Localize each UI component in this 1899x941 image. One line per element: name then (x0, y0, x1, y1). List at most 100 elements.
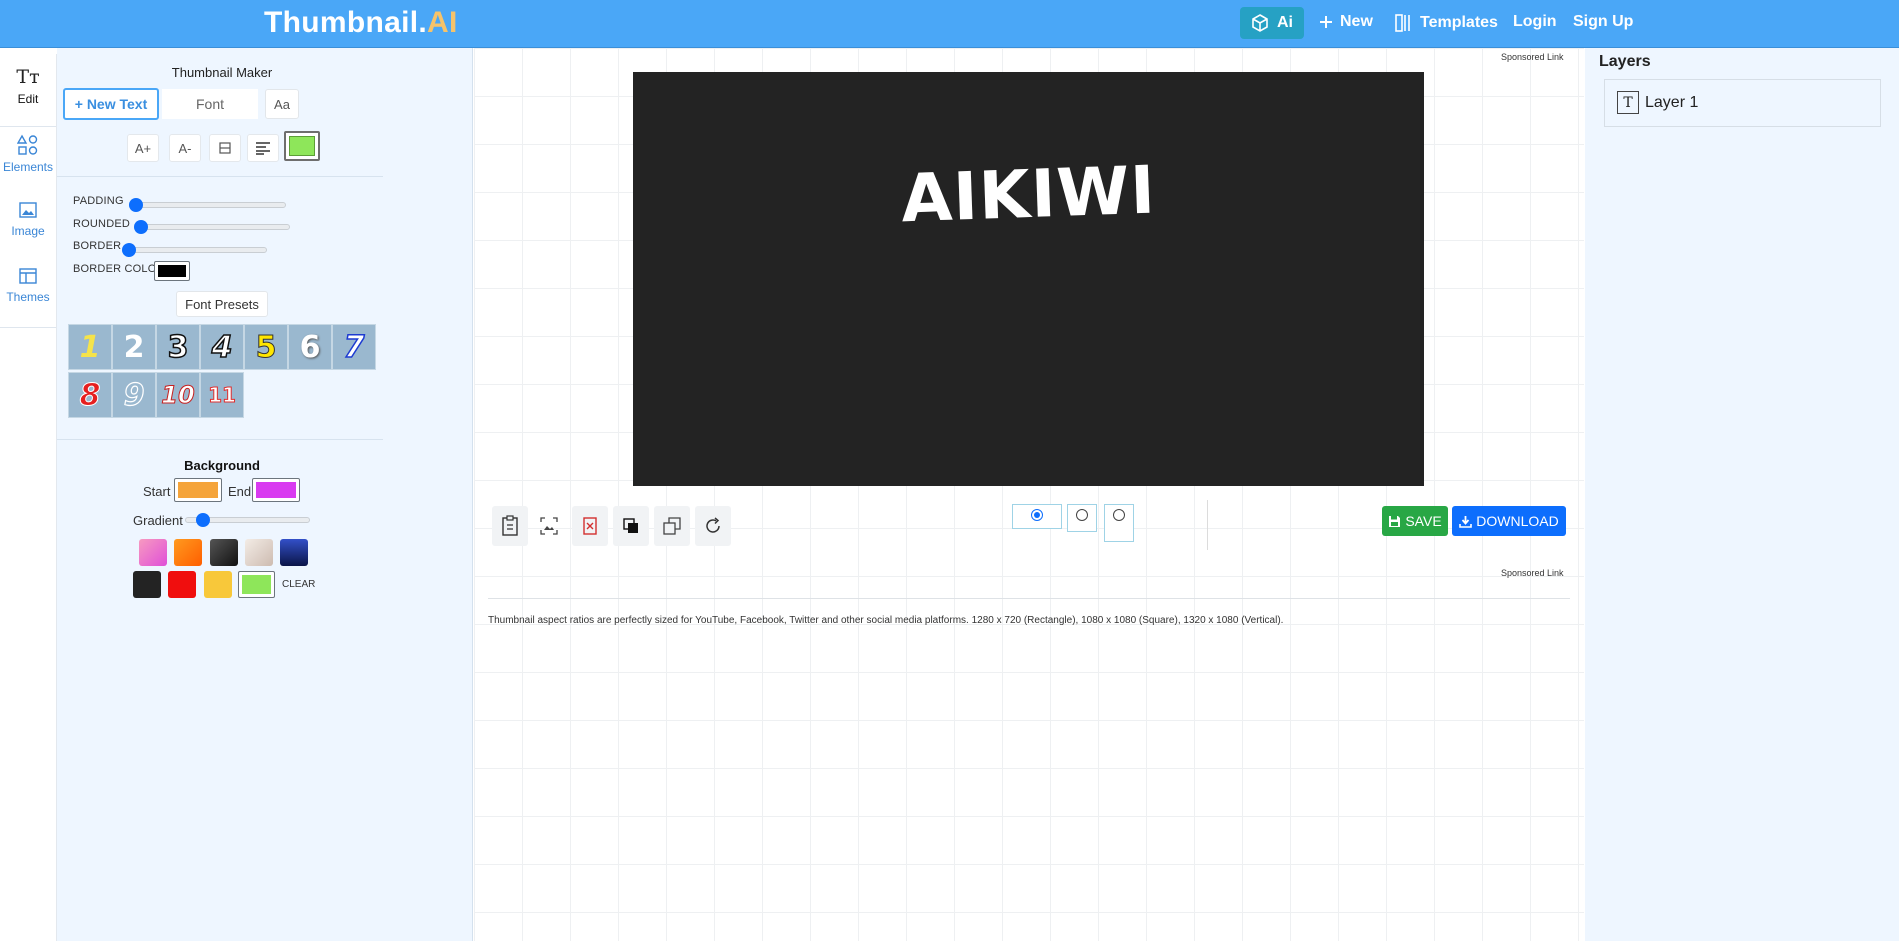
gradient-slider[interactable] (185, 513, 310, 527)
text-case-button[interactable]: Aa (265, 89, 299, 119)
templates-button[interactable]: Templates (1394, 13, 1498, 33)
templates-icon (1395, 14, 1410, 32)
download-icon (1459, 515, 1473, 528)
end-label: End (228, 484, 252, 499)
layer-name: Layer 1 (1645, 93, 1699, 111)
rounded-slider[interactable] (134, 220, 290, 234)
delete-icon (583, 517, 597, 535)
fit-image-button[interactable] (531, 506, 567, 546)
start-label: Start (143, 484, 171, 499)
ratio-vertical-option[interactable] (1104, 504, 1134, 542)
login-link[interactable]: Login (1513, 13, 1557, 31)
layers-list: T Layer 1 (1604, 79, 1881, 127)
text-box-button[interactable] (209, 134, 241, 162)
font-preset-4[interactable]: 4 (200, 324, 244, 370)
text-color-swatch (289, 136, 315, 156)
plus-icon (1320, 16, 1332, 28)
rail-elements[interactable]: Elements (0, 134, 56, 174)
border-slider-thumb[interactable] (122, 243, 136, 257)
save-button[interactable]: SAVE (1382, 506, 1448, 536)
ratio-square-option[interactable] (1067, 504, 1097, 532)
font-preset-8[interactable]: 8 (68, 372, 112, 418)
padding-slider-thumb[interactable] (129, 198, 143, 212)
divider (57, 439, 383, 440)
panel-title: Thumbnail Maker (171, 65, 273, 80)
font-preset-1[interactable]: 1 (68, 324, 112, 370)
refresh-icon (706, 517, 720, 533)
download-button[interactable]: DOWNLOAD (1452, 506, 1566, 536)
font-preset-2[interactable]: 2 (112, 324, 156, 370)
font-select[interactable]: Font (162, 89, 258, 119)
padding-slider[interactable] (129, 198, 286, 212)
tool-rail: Tт Edit Elements Image Themes (0, 54, 57, 941)
bg-swatch-dark[interactable] (210, 539, 238, 566)
font-preset-9[interactable]: 9 (112, 372, 156, 418)
brand-logo[interactable]: Thumbnail.AI (264, 6, 458, 40)
box-icon (219, 142, 231, 154)
rail-themes[interactable]: Themes (0, 266, 56, 328)
layers-panel: Layers T Layer 1 (1585, 48, 1899, 941)
layer-item[interactable]: T Layer 1 (1617, 91, 1698, 114)
top-navbar: Thumbnail.AI Ai New Templates Login Sign… (0, 0, 1899, 48)
rail-edit[interactable]: Tт Edit (0, 66, 56, 127)
ratio-rectangle-option[interactable] (1012, 504, 1062, 529)
border-slider[interactable] (122, 243, 267, 257)
align-left-icon (256, 142, 270, 155)
ratio-square-radio[interactable] (1076, 509, 1088, 521)
sponsored-link-bottom[interactable]: Sponsored Link (1501, 568, 1564, 578)
font-presets-button[interactable]: Font Presets (176, 291, 268, 317)
delete-button[interactable] (572, 506, 608, 546)
canvas-text-layer[interactable]: AIKIWI (632, 142, 1425, 247)
font-preset-7[interactable]: 7 (332, 324, 376, 370)
layout-icon (19, 268, 37, 284)
sponsored-link-top[interactable]: Sponsored Link (1501, 52, 1564, 62)
reset-button[interactable] (695, 506, 731, 546)
bg-swatch-yellow[interactable] (204, 571, 232, 598)
border-label: BORDER (73, 240, 122, 252)
gradient-end-color[interactable] (252, 478, 300, 502)
bg-swatch-orange[interactable] (174, 539, 202, 566)
rail-image[interactable]: Image (0, 200, 56, 238)
bg-swatch-black[interactable] (133, 571, 161, 598)
font-size-increase-button[interactable]: A+ (127, 134, 159, 162)
layer-order-icon (623, 518, 638, 533)
text-align-button[interactable] (247, 134, 279, 162)
bring-forward-button[interactable] (613, 506, 649, 546)
bg-color-picker[interactable] (238, 571, 275, 598)
ai-button[interactable]: Ai (1240, 7, 1304, 39)
duplicate-button[interactable] (654, 506, 690, 546)
font-preset-3[interactable]: 3 (156, 324, 200, 370)
divider (488, 598, 1570, 599)
border-color-label: BORDER COLOR (73, 263, 165, 275)
padding-label: PADDING (73, 195, 124, 207)
new-button[interactable]: New (1318, 13, 1373, 31)
border-color-swatch (158, 265, 186, 277)
divider (57, 176, 383, 177)
gradient-slider-thumb[interactable] (196, 513, 210, 527)
font-preset-11[interactable]: 11 (200, 372, 244, 418)
font-preset-5[interactable]: 5 (244, 324, 288, 370)
rounded-slider-thumb[interactable] (134, 220, 148, 234)
text-color-picker[interactable] (284, 131, 320, 161)
signup-link[interactable]: Sign Up (1573, 13, 1633, 31)
font-preset-10[interactable]: 10 (156, 372, 200, 418)
bg-color-swatch (242, 575, 271, 594)
clear-button[interactable]: CLEAR (282, 579, 315, 590)
thumbnail-canvas[interactable]: AIKIWI (633, 72, 1424, 486)
new-text-button[interactable]: + New Text (63, 88, 159, 120)
clipboard-icon (502, 515, 518, 536)
ratio-rectangle-radio[interactable] (1031, 509, 1043, 521)
bg-swatch-red[interactable] (168, 571, 196, 598)
bg-swatch-cream[interactable] (245, 539, 273, 566)
end-color-swatch (256, 482, 296, 498)
font-size-decrease-button[interactable]: A- (169, 134, 201, 162)
gradient-start-color[interactable] (174, 478, 222, 502)
shapes-icon (17, 134, 38, 155)
paste-button[interactable] (492, 506, 528, 546)
ratio-vertical-radio[interactable] (1113, 509, 1125, 521)
font-preset-6[interactable]: 6 (288, 324, 332, 370)
editor-panel: Thumbnail Maker + New Text Font Aa A+ A-… (57, 48, 473, 941)
border-color-picker[interactable] (154, 261, 190, 281)
bg-swatch-navy[interactable] (280, 539, 308, 566)
bg-swatch-pink[interactable] (139, 539, 167, 566)
